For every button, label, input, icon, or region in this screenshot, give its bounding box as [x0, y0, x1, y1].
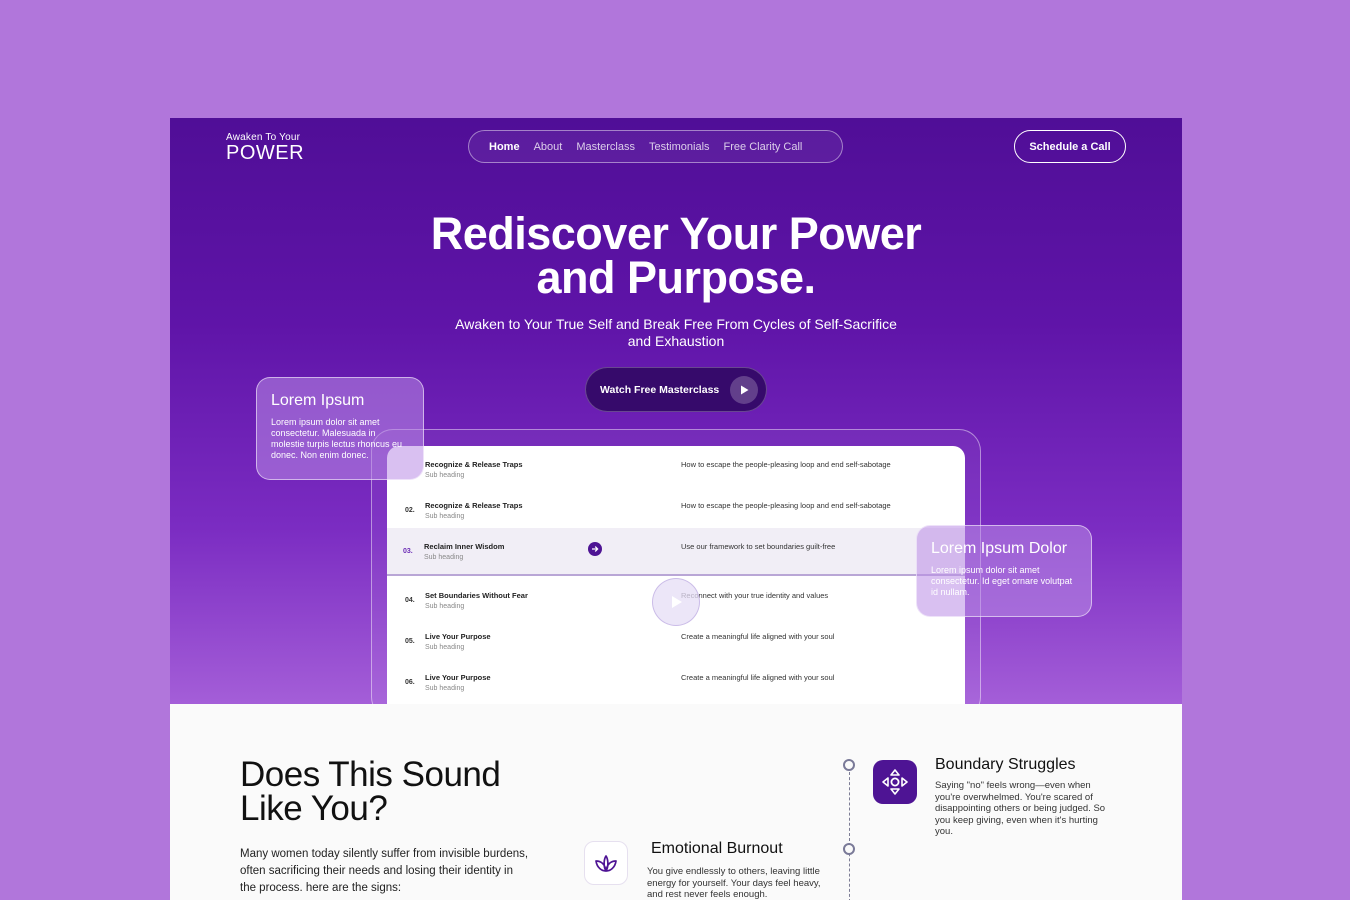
module-row[interactable]: Recognize & Release Traps Sub heading Ho… [387, 446, 965, 487]
feature-text: You give endlessly to others, leaving li… [647, 866, 821, 900]
timeline-dot [843, 843, 855, 855]
directions-icon [873, 760, 917, 804]
module-subheading: Sub heading [425, 603, 465, 610]
module-row[interactable]: 02. Recognize & Release Traps Sub headin… [387, 487, 965, 528]
timeline-line [849, 772, 850, 900]
watch-masterclass-button[interactable]: Watch Free Masterclass [585, 367, 767, 412]
schedule-call-button[interactable]: Schedule a Call [1014, 130, 1126, 163]
feature-title: Emotional Burnout [651, 840, 783, 857]
modules-table: Recognize & Release Traps Sub heading Ho… [387, 446, 965, 704]
module-title: Set Boundaries Without Fear [425, 591, 528, 600]
module-row-active[interactable]: 03. Reclaim Inner Wisdom Sub heading Use… [387, 528, 965, 576]
module-title: Live Your Purpose [425, 673, 491, 682]
timeline-dot [843, 759, 855, 771]
module-subheading: Sub heading [425, 644, 465, 651]
module-description: Create a meaningful life aligned with yo… [681, 632, 835, 641]
info-card-title: Lorem Ipsum [271, 392, 365, 409]
site-logo[interactable]: Awaken To Your POWER [226, 132, 304, 165]
section-intro: Many women today silently suffer from in… [240, 848, 529, 894]
module-number: 04. [405, 597, 415, 604]
module-description: Use our framework to set boundaries guil… [681, 542, 836, 551]
arrow-right-icon[interactable] [588, 542, 602, 556]
module-number: 05. [405, 638, 415, 645]
info-card-text: Lorem ipsum dolor sit amet consectetur. … [271, 417, 403, 460]
play-icon [730, 376, 758, 404]
module-subheading: Sub heading [425, 472, 465, 479]
hero-subtitle: Awaken to Your True Self and Break Free … [426, 316, 926, 350]
hero-section: Awaken To Your POWER Home About Mastercl… [170, 118, 1182, 704]
hero-subtitle-line2: and Exhaustion [627, 333, 725, 349]
feature-title: Boundary Struggles [935, 756, 1076, 773]
module-subheading: Sub heading [425, 685, 465, 692]
logo-wordmark: POWER [226, 142, 305, 164]
nav-testimonials[interactable]: Testimonials [649, 141, 710, 153]
module-row[interactable]: 06. Live Your Purpose Sub heading Create… [387, 659, 965, 700]
module-number: 06. [405, 679, 415, 686]
feature-text: Saying "no" feels wrong—even when you're… [935, 780, 1106, 837]
module-description: How to escape the people-pleasing loop a… [681, 501, 891, 510]
module-title: Recognize & Release Traps [425, 460, 523, 469]
info-card-right: Lorem Ipsum Dolor Lorem ipsum dolor sit … [916, 525, 1092, 617]
module-subheading: Sub heading [424, 554, 464, 561]
section-title-line2: Like You? [240, 789, 388, 828]
module-description: Reconnect with your true identity and va… [681, 591, 829, 600]
module-title: Live Your Purpose [425, 632, 491, 641]
play-icon [672, 596, 682, 608]
module-subheading: Sub heading [425, 513, 465, 520]
nav-masterclass[interactable]: Masterclass [576, 141, 635, 153]
module-title: Reclaim Inner Wisdom [424, 542, 505, 551]
site-frame: Awaken To Your POWER Home About Mastercl… [170, 118, 1182, 900]
module-number: 03. [403, 548, 413, 555]
module-title: Recognize & Release Traps [425, 501, 523, 510]
nav-about[interactable]: About [534, 141, 563, 153]
leaf-icon [584, 841, 628, 885]
main-nav: Home About Masterclass Testimonials Free… [468, 130, 843, 163]
module-description: Create a meaningful life aligned with yo… [681, 673, 835, 682]
hero-title: Rediscover Your Power and Purpose. [170, 211, 1182, 303]
info-card-left: Lorem Ipsum Lorem ipsum dolor sit amet c… [256, 377, 424, 480]
nav-home[interactable]: Home [489, 141, 520, 153]
info-card-text: Lorem ipsum dolor sit amet consectetur. … [931, 565, 1073, 597]
watch-masterclass-label: Watch Free Masterclass [600, 383, 720, 396]
module-number: 02. [405, 507, 415, 514]
hero-subtitle-line1: Awaken to Your True Self and Break Free … [455, 316, 897, 332]
hero-title-line2: and Purpose. [536, 252, 816, 303]
info-card-title: Lorem Ipsum Dolor [931, 540, 1068, 557]
module-description: How to escape the people-pleasing loop a… [681, 460, 891, 469]
section-title: Does This Sound Like You? [240, 757, 560, 828]
video-play-button[interactable] [652, 578, 700, 626]
nav-free-clarity-call[interactable]: Free Clarity Call [724, 141, 803, 153]
